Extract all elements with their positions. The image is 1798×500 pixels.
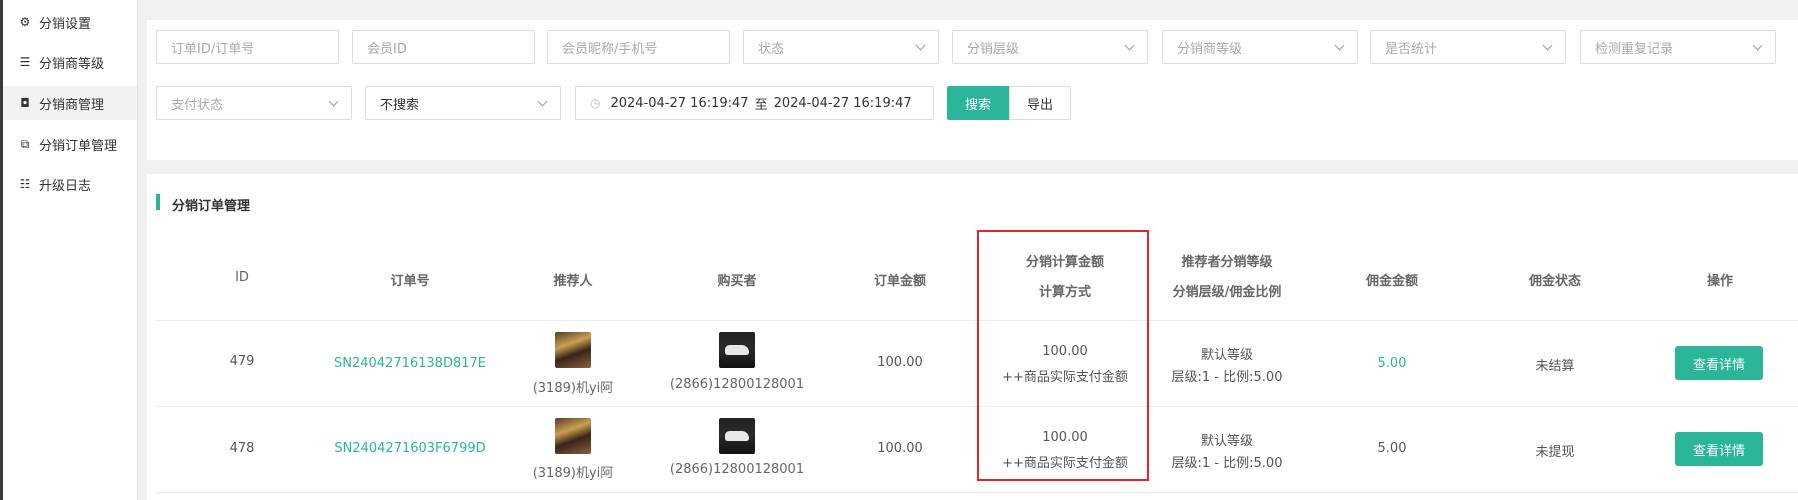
sidebar-item-label: 分销设置	[39, 16, 92, 32]
search-button[interactable]: 搜索	[947, 86, 1009, 120]
header-id: ID	[235, 270, 249, 285]
sidebar-item-levels[interactable]: ☰ 分销商等级	[3, 45, 137, 79]
header-commission: 佣金金额	[1365, 274, 1418, 289]
level-select[interactable]: 分销层级	[952, 30, 1148, 64]
view-details-button[interactable]: 查看详情	[1675, 432, 1763, 466]
sidebar-item-distributors[interactable]: ◘ 分销商管理	[3, 86, 137, 120]
avatar	[719, 332, 755, 368]
date-start: 2024-04-27 16:19:47	[610, 95, 749, 111]
header-referrer: 推荐人	[553, 274, 593, 289]
cell-buyer: (2866)12800128001	[669, 377, 805, 392]
cell-referrer: (3189)机yi阿	[532, 381, 614, 396]
cell-commission: 5.00	[1377, 441, 1407, 456]
cell-level-ratio: 层级:1 - 比例:5.00	[1171, 370, 1283, 385]
clock-icon: ◷	[590, 96, 601, 110]
duplicate-check-select[interactable]: 检测重复记录	[1580, 30, 1776, 64]
section-title-marker	[156, 194, 160, 210]
header-buyer: 购买者	[717, 274, 757, 289]
view-details-button[interactable]: 查看详情	[1675, 346, 1763, 380]
avatar	[555, 418, 591, 454]
pay-status-select[interactable]: 支付状态	[156, 86, 352, 120]
order-id-input[interactable]: 订单ID/订单号	[156, 30, 339, 64]
sidebar-item-label: 分销订单管理	[39, 138, 118, 154]
highlight-box	[977, 230, 1149, 481]
cell-buyer: (2866)12800128001	[669, 462, 805, 477]
header-ref-level: 推荐者分销等级	[1181, 255, 1273, 270]
list-icon: ☷	[19, 177, 31, 191]
header-action: 操作	[1706, 274, 1733, 289]
sidebar-item-label: 分销商等级	[39, 56, 105, 72]
order-link[interactable]: SN24042716138D817E	[320, 356, 500, 371]
sidebar-item-orders[interactable]: ⧉ 分销订单管理	[3, 127, 137, 161]
section-title: 分销订单管理	[172, 199, 251, 214]
cell-id: 479	[229, 354, 255, 369]
sliders-icon: ☰	[19, 55, 31, 69]
sidebar-item-label: 分销商管理	[39, 97, 105, 113]
row-divider	[156, 492, 1798, 493]
member-id-input[interactable]: 会员ID	[352, 30, 535, 64]
order-link[interactable]: SN2404271603F6799D	[320, 441, 500, 456]
cell-commission: 5.00	[1377, 356, 1407, 371]
distributor-level-select[interactable]: 分销商等级	[1162, 30, 1358, 64]
sidebar-item-settings[interactable]: ⚙ 分销设置	[3, 5, 137, 39]
sidebar-item-upgrade-log[interactable]: ☷ 升级日志	[3, 167, 137, 201]
header-commission-status: 佣金状态	[1528, 274, 1581, 289]
export-button[interactable]: 导出	[1009, 86, 1071, 120]
cell-amount: 100.00	[877, 355, 923, 370]
date-end: 2024-04-27 16:19:47	[773, 95, 912, 111]
avatar	[555, 332, 591, 368]
share-icon: ◘	[20, 96, 30, 110]
cell-amount: 100.00	[877, 441, 923, 456]
status-select[interactable]: 状态	[743, 30, 939, 64]
copy-icon: ⧉	[20, 136, 30, 151]
nickname-input[interactable]: 会员昵称/手机号	[547, 30, 730, 64]
statistics-select[interactable]: 是否统计	[1370, 30, 1566, 64]
sidebar: ⚙ 分销设置 ☰ 分销商等级 ◘ 分销商管理 ⧉ 分销订单管理 ☷ 升级日志	[3, 0, 138, 500]
header-level-ratio: 分销层级/佣金比例	[1172, 285, 1282, 300]
date-range-picker[interactable]: ◷ 2024-04-27 16:19:47 至 2024-04-27 16:19…	[575, 86, 934, 120]
header-amount: 订单金额	[873, 274, 926, 289]
header-order-no: 订单号	[390, 274, 430, 289]
cell-commission-status: 未结算	[1535, 359, 1575, 374]
cell-commission-status: 未提现	[1535, 445, 1575, 460]
gear-icon: ⚙	[19, 15, 31, 29]
date-separator: 至	[754, 97, 768, 113]
cell-ref-level: 默认等级	[1200, 348, 1253, 363]
cell-level-ratio: 层级:1 - 比例:5.00	[1171, 456, 1283, 471]
cell-ref-level: 默认等级	[1200, 434, 1253, 449]
cell-referrer: (3189)机yi阿	[532, 466, 614, 481]
sidebar-item-label: 升级日志	[39, 178, 92, 194]
search-mode-select[interactable]: 不搜索	[365, 86, 561, 120]
cell-id: 478	[229, 441, 255, 456]
avatar	[719, 418, 755, 454]
